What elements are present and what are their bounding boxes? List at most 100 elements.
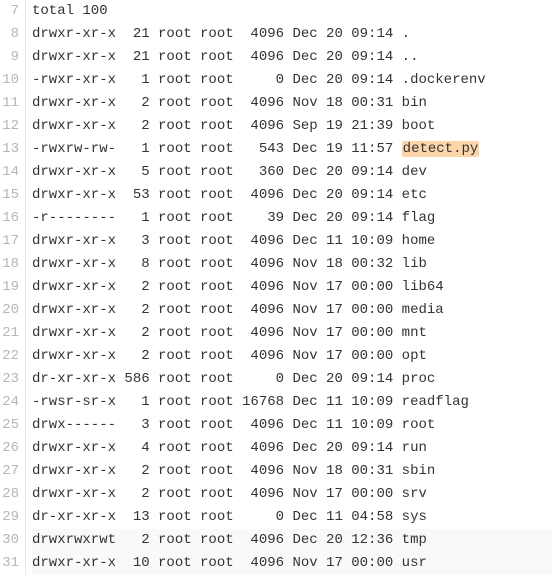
- line-number: 18: [0, 253, 19, 276]
- line-number: 15: [0, 184, 19, 207]
- entry-name: lib: [402, 256, 427, 272]
- entry-name: root: [402, 417, 436, 433]
- terminal-line: dr-xr-xr-x 586 root root 0 Dec 20 09:14 …: [32, 368, 552, 391]
- entry-name: etc: [402, 187, 427, 203]
- entry-meta: drwxr-xr-x 53 root root 4096 Dec 20 09:1…: [32, 187, 402, 203]
- entry-name: .: [402, 26, 410, 42]
- entry-meta: drwxr-xr-x 5 root root 360 Dec 20 09:14: [32, 164, 402, 180]
- line-number: 28: [0, 483, 19, 506]
- entry-name: boot: [402, 118, 436, 134]
- entry-meta: -rwxrw-rw- 1 root root 543 Dec 19 11:57: [32, 141, 402, 157]
- entry-meta: drwxr-xr-x 4 root root 4096 Dec 20 09:14: [32, 440, 402, 456]
- line-number: 26: [0, 437, 19, 460]
- line-number: 10: [0, 69, 19, 92]
- entry-name: proc: [402, 371, 436, 387]
- entry-meta: drwxr-xr-x 2 root root 4096 Nov 17 00:00: [32, 348, 402, 364]
- line-number: 20: [0, 299, 19, 322]
- line-number: 27: [0, 460, 19, 483]
- entry-meta: drwxr-xr-x 2 root root 4096 Nov 18 00:31: [32, 95, 402, 111]
- terminal-line: drwxr-xr-x 2 root root 4096 Nov 17 00:00…: [32, 345, 552, 368]
- entry-meta: drwxr-xr-x 21 root root 4096 Dec 20 09:1…: [32, 49, 402, 65]
- entry-name: readflag: [402, 394, 469, 410]
- entry-meta: drwxr-xr-x 2 root root 4096 Nov 17 00:00: [32, 302, 402, 318]
- entry-meta: drwxr-xr-x 3 root root 4096 Dec 11 10:09: [32, 233, 402, 249]
- entry-meta: drwx------ 3 root root 4096 Dec 11 10:09: [32, 417, 402, 433]
- entry-meta: -r-------- 1 root root 39 Dec 20 09:14: [32, 210, 402, 226]
- line-number: 16: [0, 207, 19, 230]
- line-number: 17: [0, 230, 19, 253]
- entry-meta: -rwsr-sr-x 1 root root 16768 Dec 11 10:0…: [32, 394, 402, 410]
- line-number: 7: [0, 0, 19, 23]
- line-number: 24: [0, 391, 19, 414]
- line-number: 11: [0, 92, 19, 115]
- entry-name: sys: [402, 509, 427, 525]
- line-number: 19: [0, 276, 19, 299]
- entry-meta: drwxr-xr-x 8 root root 4096 Nov 18 00:32: [32, 256, 402, 272]
- entry-name: .dockerenv: [402, 72, 486, 88]
- entry-name: sbin: [402, 463, 436, 479]
- line-number: 8: [0, 23, 19, 46]
- entry-meta: drwxr-xr-x 21 root root 4096 Dec 20 09:1…: [32, 26, 402, 42]
- entry-name: srv: [402, 486, 427, 502]
- terminal-line: dr-xr-xr-x 13 root root 0 Dec 11 04:58 s…: [32, 506, 552, 529]
- entry-name: ..: [402, 49, 419, 65]
- terminal-line: drwxr-xr-x 2 root root 4096 Nov 17 00:00…: [32, 276, 552, 299]
- terminal-line: -rwsr-sr-x 1 root root 16768 Dec 11 10:0…: [32, 391, 552, 414]
- entry-meta: drwxr-xr-x 2 root root 4096 Nov 18 00:31: [32, 463, 402, 479]
- entry-meta: dr-xr-xr-x 13 root root 0 Dec 11 04:58: [32, 509, 402, 525]
- line-number: 21: [0, 322, 19, 345]
- entry-name: usr: [402, 555, 427, 571]
- terminal-line: -rwxrw-rw- 1 root root 543 Dec 19 11:57 …: [32, 138, 552, 161]
- entry-name: run: [402, 440, 427, 456]
- entry-name: detect.py: [402, 141, 480, 157]
- entry-meta: drwxr-xr-x 2 root root 4096 Nov 17 00:00: [32, 486, 402, 502]
- terminal-line: -rwxr-xr-x 1 root root 0 Dec 20 09:14 .d…: [32, 69, 552, 92]
- line-number: 12: [0, 115, 19, 138]
- terminal-line: drwxr-xr-x 4 root root 4096 Dec 20 09:14…: [32, 437, 552, 460]
- entry-meta: drwxr-xr-x 2 root root 4096 Nov 17 00:00: [32, 325, 402, 341]
- total-line: total 100: [32, 3, 108, 19]
- line-number-gutter: 7891011121314151617181920212223242526272…: [0, 0, 26, 575]
- terminal-line: drwxr-xr-x 21 root root 4096 Dec 20 09:1…: [32, 23, 552, 46]
- terminal-line: drwxr-xr-x 2 root root 4096 Nov 17 00:00…: [32, 483, 552, 506]
- code-area: total 100 drwxr-xr-x 21 root root 4096 De…: [26, 0, 552, 575]
- entry-name: mnt: [402, 325, 427, 341]
- entry-name: bin: [402, 95, 427, 111]
- entry-name: flag: [402, 210, 436, 226]
- terminal-line: drwxr-xr-x 2 root root 4096 Nov 17 00:00…: [32, 299, 552, 322]
- terminal-line: drwxr-xr-x 3 root root 4096 Dec 11 10:09…: [32, 230, 552, 253]
- entry-meta: -rwxr-xr-x 1 root root 0 Dec 20 09:14: [32, 72, 402, 88]
- terminal-line: drwxr-xr-x 2 root root 4096 Nov 18 00:31…: [32, 92, 552, 115]
- terminal-line: drwxr-xr-x 10 root root 4096 Nov 17 00:0…: [32, 552, 552, 575]
- entry-name: media: [402, 302, 444, 318]
- terminal-line: drwxr-xr-x 2 root root 4096 Nov 17 00:00…: [32, 322, 552, 345]
- terminal-line: drwxr-xr-x 2 root root 4096 Nov 18 00:31…: [32, 460, 552, 483]
- line-number: 25: [0, 414, 19, 437]
- terminal-line: drwxr-xr-x 8 root root 4096 Nov 18 00:32…: [32, 253, 552, 276]
- entry-meta: drwxr-xr-x 2 root root 4096 Sep 19 21:39: [32, 118, 402, 134]
- entry-meta: dr-xr-xr-x 586 root root 0 Dec 20 09:14: [32, 371, 402, 387]
- line-number: 22: [0, 345, 19, 368]
- entry-meta: drwxr-xr-x 10 root root 4096 Nov 17 00:0…: [32, 555, 402, 571]
- terminal-line: drwxr-xr-x 21 root root 4096 Dec 20 09:1…: [32, 46, 552, 69]
- line-number: 9: [0, 46, 19, 69]
- entry-name: tmp: [402, 532, 427, 548]
- terminal-line: drwxr-xr-x 5 root root 360 Dec 20 09:14 …: [32, 161, 552, 184]
- terminal-line: total 100: [32, 0, 552, 23]
- line-number: 29: [0, 506, 19, 529]
- entry-name: home: [402, 233, 436, 249]
- entry-name: lib64: [402, 279, 444, 295]
- entry-name: opt: [402, 348, 427, 364]
- entry-meta: drwxrwxrwt 2 root root 4096 Dec 20 12:36: [32, 532, 402, 548]
- line-number: 14: [0, 161, 19, 184]
- terminal-line: -r-------- 1 root root 39 Dec 20 09:14 f…: [32, 207, 552, 230]
- line-number: 31: [0, 552, 19, 575]
- terminal-line: drwxr-xr-x 53 root root 4096 Dec 20 09:1…: [32, 184, 552, 207]
- line-number: 23: [0, 368, 19, 391]
- terminal-line: drwx------ 3 root root 4096 Dec 11 10:09…: [32, 414, 552, 437]
- entry-meta: drwxr-xr-x 2 root root 4096 Nov 17 00:00: [32, 279, 402, 295]
- terminal-line: drwxrwxrwt 2 root root 4096 Dec 20 12:36…: [32, 529, 552, 552]
- line-number: 13: [0, 138, 19, 161]
- entry-name: dev: [402, 164, 427, 180]
- line-number: 30: [0, 529, 19, 552]
